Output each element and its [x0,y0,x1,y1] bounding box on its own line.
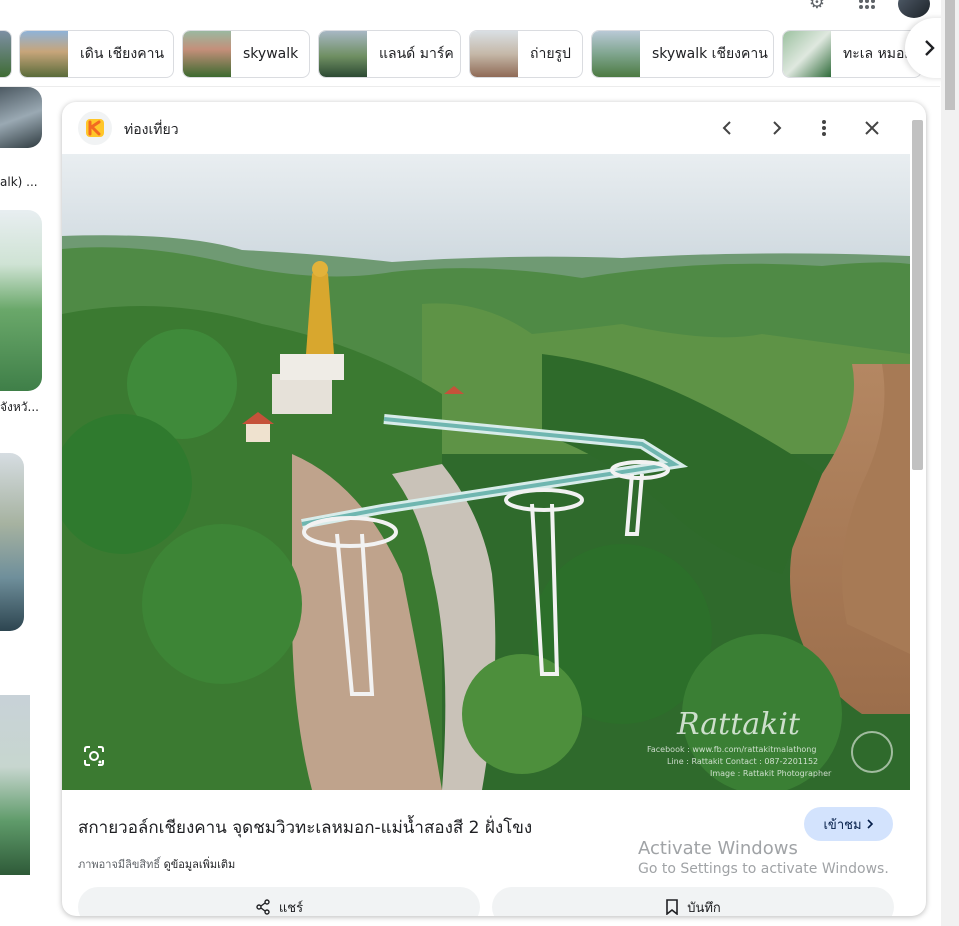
image-preview-panel: ท่องเที่ยว Rattakit Facebook: www.fb.co… [62,102,926,916]
panel-scrollbar-thumb[interactable] [912,120,923,470]
lens-search-button[interactable] [82,744,106,768]
chip-label: เดิน เชียงคาน [80,46,165,62]
save-button[interactable]: บันทึก [492,887,894,916]
chip-5[interactable]: skywalk เชียงคาน [591,30,774,78]
chevron-right-icon [773,121,782,135]
more-options-button[interactable] [812,116,836,140]
result-thumbnail[interactable] [0,87,42,148]
panel-scrollbar[interactable] [910,114,926,916]
chip-label: skywalk [243,46,299,62]
previous-image-button[interactable] [716,116,740,140]
result-caption[interactable]: alk) ... [0,175,38,189]
result-caption[interactable]: จังหวั... [0,398,39,417]
chip-6[interactable]: ทะเล หมอก [782,30,922,78]
save-label: บันทึก [687,900,721,916]
close-panel-button[interactable] [860,116,884,140]
chip-label: skywalk เชียงคาน [652,46,768,62]
chevron-right-icon [925,40,935,56]
watermark-line: Facebook : www.fb.com/rattakitmalathong [647,745,816,754]
chip-0[interactable] [0,30,12,78]
site-name[interactable]: ท่องเที่ยว [124,119,179,141]
site-logo-icon [86,119,104,137]
chip-thumbnail [470,31,518,77]
image-title[interactable]: สกายวอล์กเชียงคาน จุดชมวิวทะเลหมอก-แม่น้… [78,814,532,841]
more-vert-icon [822,120,826,136]
chevron-left-icon [722,121,731,135]
result-thumbnail[interactable] [0,695,30,875]
learn-more-link[interactable]: ดูข้อมูลเพิ่มเติม [164,858,236,871]
google-apps-icon[interactable] [856,0,878,14]
watermark-signature: Rattakit [676,707,801,742]
watermark-line: Image : Rattakit Photographer [710,769,832,778]
result-thumbnail[interactable] [0,210,42,391]
page-scrollbar-thumb[interactable] [945,0,955,110]
account-avatar[interactable] [898,0,930,18]
share-button[interactable]: แชร์ [78,887,480,916]
result-thumbnail[interactable] [0,453,24,631]
chip-thumbnail [20,31,68,77]
chip-label: แลนด์ มาร์ค [379,46,454,62]
divider [0,86,940,87]
related-search-chips: เดิน เชียงคาน skywalk แลนด์ มาร์ค ถ่ายรู… [0,30,940,78]
chip-1[interactable]: เดิน เชียงคาน [19,30,174,78]
activate-windows-overlay: Activate Windows Go to Settings to activ… [638,838,889,877]
copyright-notice: ภาพอาจมีลิขสิทธิ์ ดูข้อมูลเพิ่มเติม [78,855,235,873]
panel-header: ท่องเที่ยว [62,102,910,154]
activate-windows-subtitle: Go to Settings to activate Windows. [638,861,889,877]
close-icon [865,121,879,135]
share-label: แชร์ [278,900,304,916]
chip-3[interactable]: แลนด์ มาร์ค [318,30,461,78]
chip-thumbnail [319,31,367,77]
page-scrollbar[interactable] [941,0,959,926]
site-logo[interactable] [78,111,112,145]
preview-image[interactable]: Rattakit Facebook : www.fb.com/rattakitm… [62,154,910,790]
chip-thumbnail [783,31,831,77]
chip-label: ถ่ายรูป [530,46,571,62]
google-lens-icon [84,746,104,766]
settings-gear-icon[interactable]: ⚙ [806,0,828,14]
chip-2[interactable]: skywalk [182,30,310,78]
activate-windows-title: Activate Windows [638,838,798,859]
next-image-button[interactable] [764,116,788,140]
top-bar: ⚙ [0,0,940,26]
apps-grid-icon [859,0,875,9]
share-icon [256,899,270,915]
visit-label: เข้าชม [823,817,862,833]
chip-thumbnail [0,31,11,77]
chevron-right-icon [866,819,873,829]
watermark-line: Line : Rattakit Contact : 087-2201152 [667,757,818,766]
visit-button[interactable]: เข้าชม [804,807,893,841]
chip-thumbnail [183,31,231,77]
chip-thumbnail [592,31,640,77]
image-results-column: alk) ... จังหวั... [0,87,46,926]
chip-4[interactable]: ถ่ายรูป [469,30,583,78]
bookmark-icon [666,899,679,915]
copyright-text: ภาพอาจมีลิขสิทธิ์ [78,858,161,871]
skywalk-photo: Rattakit Facebook : www.fb.com/rattakitm… [62,154,910,790]
